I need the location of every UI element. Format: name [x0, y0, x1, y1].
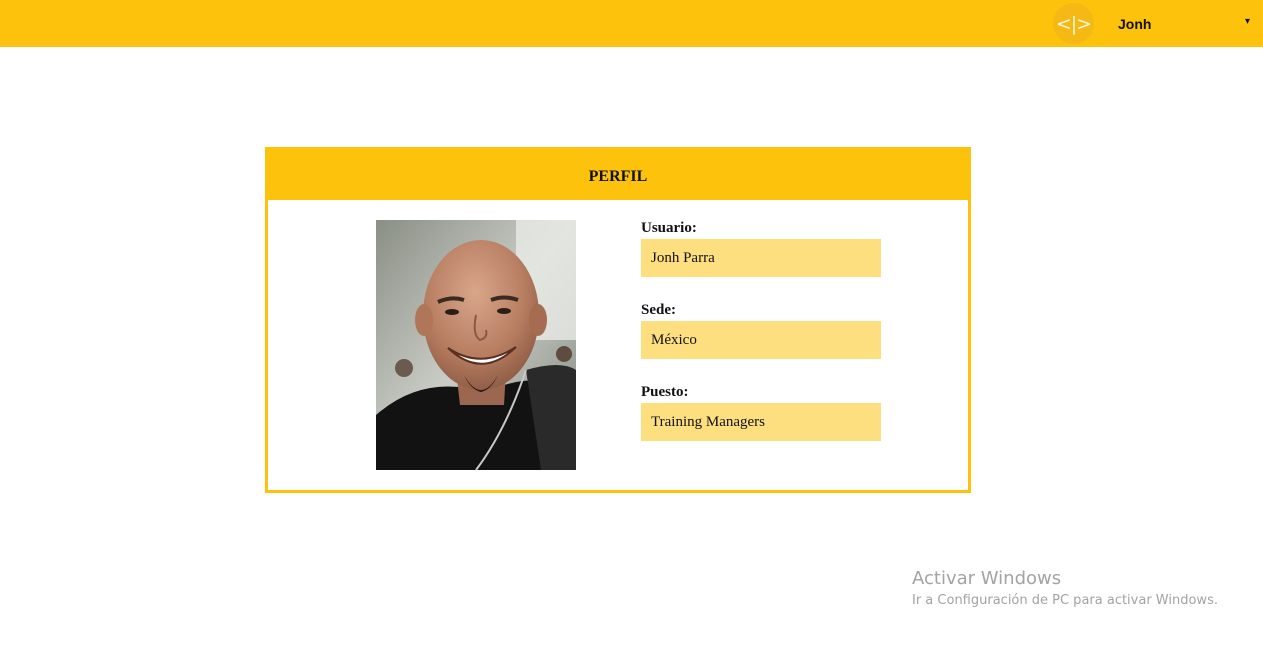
- profile-card-title: PERFIL: [268, 150, 968, 200]
- usuario-label: Usuario:: [641, 220, 697, 236]
- puesto-label: Puesto:: [641, 384, 689, 400]
- usuario-field: Jonh Parra: [641, 239, 881, 277]
- chevron-down-icon[interactable]: ▾: [1245, 16, 1250, 27]
- sede-label: Sede:: [641, 302, 676, 318]
- activation-watermark-title: Activar Windows: [912, 568, 1062, 589]
- profile-photo: [376, 220, 576, 470]
- profile-card: PERFIL Usuario: Jonh Parra Sede: México …: [265, 147, 971, 493]
- puesto-field: Training Managers: [641, 403, 881, 441]
- activation-watermark-subtitle: Ir a Configuración de PC para activar Wi…: [912, 593, 1218, 608]
- sede-field: México: [641, 321, 881, 359]
- user-name[interactable]: Jonh: [1118, 16, 1151, 32]
- top-bar: <|> Jonh ▾: [0, 0, 1263, 47]
- code-logo-icon[interactable]: <|>: [1053, 3, 1094, 44]
